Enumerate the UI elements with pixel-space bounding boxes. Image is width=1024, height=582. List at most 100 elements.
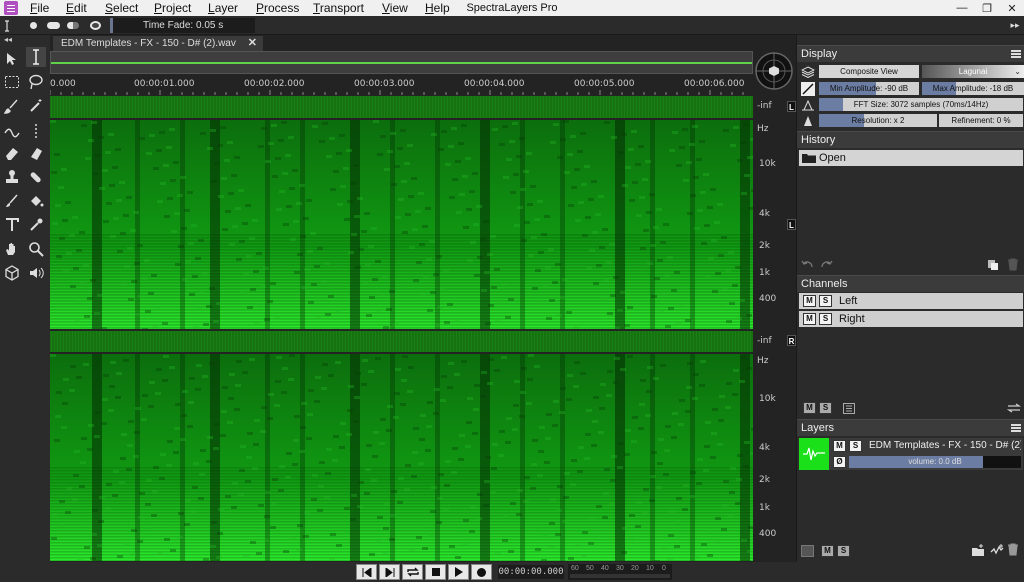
maximize-button[interactable]: ❐ — [975, 0, 999, 16]
go-to-end-button[interactable] — [379, 564, 400, 580]
freq-label: 4k — [759, 209, 770, 219]
text-tool-icon[interactable] — [2, 215, 22, 235]
layer-solo-button[interactable]: S — [849, 440, 862, 452]
brush-tool-icon[interactable] — [2, 191, 22, 211]
freq-label: 2k — [759, 475, 770, 485]
speaker-tool-icon[interactable] — [26, 263, 46, 283]
channels-solo-all-button[interactable]: S — [819, 402, 832, 414]
display-panel-header: Display — [797, 45, 1024, 62]
go-to-start-button[interactable] — [356, 564, 377, 580]
navigation-wheel[interactable] — [753, 51, 795, 91]
solo-button[interactable]: S — [819, 313, 832, 325]
fill-tool-icon[interactable] — [26, 191, 46, 211]
spectrogram-right[interactable] — [50, 354, 753, 561]
channel-list-icon[interactable] — [843, 403, 857, 415]
ruler-tick: 00:00:03.000 — [354, 79, 415, 89]
rectangle-select-icon[interactable] — [2, 72, 22, 92]
layers-mute-all-button[interactable]: M — [821, 545, 834, 557]
ruler-tick: 00:00:06.000 — [684, 79, 745, 89]
layer-name: EDM Templates - FX - 150 - D# (2). — [869, 440, 1021, 451]
undo-icon[interactable] — [801, 259, 815, 271]
waveform-left[interactable] — [50, 96, 753, 118]
layers-menu-icon[interactable] — [1011, 424, 1021, 432]
meter-label: 30 — [616, 565, 624, 572]
max-amplitude-slider[interactable]: Max Amplitude: -18 dB — [922, 82, 1024, 95]
close-window-button[interactable]: ✕ — [1000, 0, 1024, 16]
layer-mute-button[interactable]: M — [833, 440, 846, 452]
collapse-tools-icon[interactable]: ◂◂ — [4, 35, 12, 44]
smart-eraser-icon[interactable] — [26, 143, 46, 163]
channel-label: Left — [839, 295, 858, 307]
3d-view-icon[interactable] — [2, 263, 22, 283]
meter-label: 40 — [601, 565, 609, 572]
phase-invert-button[interactable]: Ø — [833, 456, 846, 468]
hand-tool-icon[interactable] — [2, 239, 22, 259]
unmix-layer-icon[interactable] — [990, 544, 1004, 556]
clone-stamp-icon[interactable] — [2, 167, 22, 187]
minimize-button[interactable]: — — [950, 0, 974, 16]
layer-volume-slider[interactable]: volume: 0.0 dB — [849, 456, 1021, 468]
freq-label: 10k — [759, 159, 776, 169]
fade-shape-1-button[interactable] — [24, 19, 42, 32]
frequency-scale-right: -inf Hz 10k 4k 2k 1k 400 — [753, 331, 795, 561]
layer-color-button[interactable] — [801, 545, 814, 557]
stop-button[interactable] — [425, 564, 446, 580]
pipette-tool-icon[interactable] — [26, 215, 46, 235]
solo-button[interactable]: S — [819, 295, 832, 307]
fade-shape-2-button[interactable] — [44, 19, 62, 32]
channel-row-right[interactable]: M S Right — [799, 311, 1023, 327]
waveform-level-label: -inf — [757, 101, 772, 111]
fade-shape-3-button[interactable] — [64, 19, 82, 32]
close-tab-icon[interactable]: ✕ — [248, 36, 257, 51]
redo-icon[interactable] — [821, 259, 835, 271]
channel-row-left[interactable]: M S Left — [799, 293, 1023, 309]
swap-channels-icon[interactable] — [1007, 403, 1021, 415]
fade-shape-4-button[interactable] — [86, 19, 104, 32]
delete-layer-icon[interactable] — [1007, 543, 1021, 556]
spectrogram-left[interactable] — [50, 120, 753, 329]
zoom-tool-icon[interactable] — [26, 239, 46, 259]
refinement-slider[interactable]: Refinement: 0 % — [939, 114, 1023, 127]
move-tool-icon[interactable] — [2, 49, 22, 69]
history-title: History — [801, 134, 836, 146]
expand-panel-icon[interactable]: ▸▸ — [1006, 19, 1024, 32]
composite-view-button[interactable]: Composite View — [819, 65, 919, 78]
waveform-right[interactable] — [50, 331, 753, 352]
level-meter: 60 50 40 30 20 10 0 — [568, 564, 672, 580]
display-menu-icon[interactable] — [1011, 50, 1021, 58]
record-button[interactable] — [471, 564, 492, 580]
colormap-select[interactable]: Lagunai ⌄ — [922, 65, 1024, 78]
heal-tool-icon[interactable] — [26, 167, 46, 187]
resolution-slider[interactable]: Resolution: x 2 — [819, 114, 937, 127]
play-button[interactable] — [448, 564, 469, 580]
min-amplitude-slider[interactable]: Min Amplitude: -90 dB — [819, 82, 919, 95]
mute-button[interactable]: M — [803, 313, 816, 325]
time-select-tool-icon[interactable] — [26, 47, 46, 67]
lasso-tool-icon[interactable] — [26, 72, 46, 92]
history-item[interactable]: Open — [799, 150, 1023, 166]
brush-select-icon[interactable] — [2, 96, 22, 116]
copy-history-icon[interactable] — [987, 259, 1001, 271]
harmonic-select-icon[interactable] — [2, 121, 22, 141]
new-layer-icon[interactable] — [971, 544, 985, 556]
loop-button[interactable] — [402, 564, 423, 580]
mute-button[interactable]: M — [803, 295, 816, 307]
time-ruler[interactable]: 0.000 00:00:01.000 00:00:02.000 00:00:03… — [50, 75, 753, 95]
layer-row[interactable]: M S EDM Templates - FX - 150 - D# (2). Ø… — [799, 438, 1023, 470]
trash-icon[interactable] — [1007, 258, 1021, 271]
amplitude-icon — [801, 82, 815, 96]
magic-wand-icon[interactable] — [26, 96, 46, 116]
channels-mute-all-button[interactable]: M — [803, 402, 816, 414]
time-fade-field[interactable]: Time Fade: 0.05 s — [110, 18, 255, 33]
fft-size-fill — [819, 98, 844, 111]
layers-solo-all-button[interactable]: S — [837, 545, 850, 557]
frequency-select-icon[interactable] — [26, 121, 46, 141]
text-cursor-icon[interactable] — [2, 19, 12, 32]
layers-stack-icon[interactable] — [801, 65, 815, 79]
ruler-tick: 0.000 — [50, 79, 76, 89]
frequency-scale-left: -inf Hz 10k 4k 2k 1k 400 — [753, 96, 795, 329]
overview-bar[interactable] — [50, 51, 753, 74]
eraser-tool-icon[interactable] — [2, 143, 22, 163]
document-tab[interactable]: EDM Templates - FX - 150 - D# (2).wav ✕ — [53, 36, 263, 51]
fft-size-slider[interactable]: FFT Size: 3072 samples (70ms/14Hz) — [819, 98, 1023, 111]
